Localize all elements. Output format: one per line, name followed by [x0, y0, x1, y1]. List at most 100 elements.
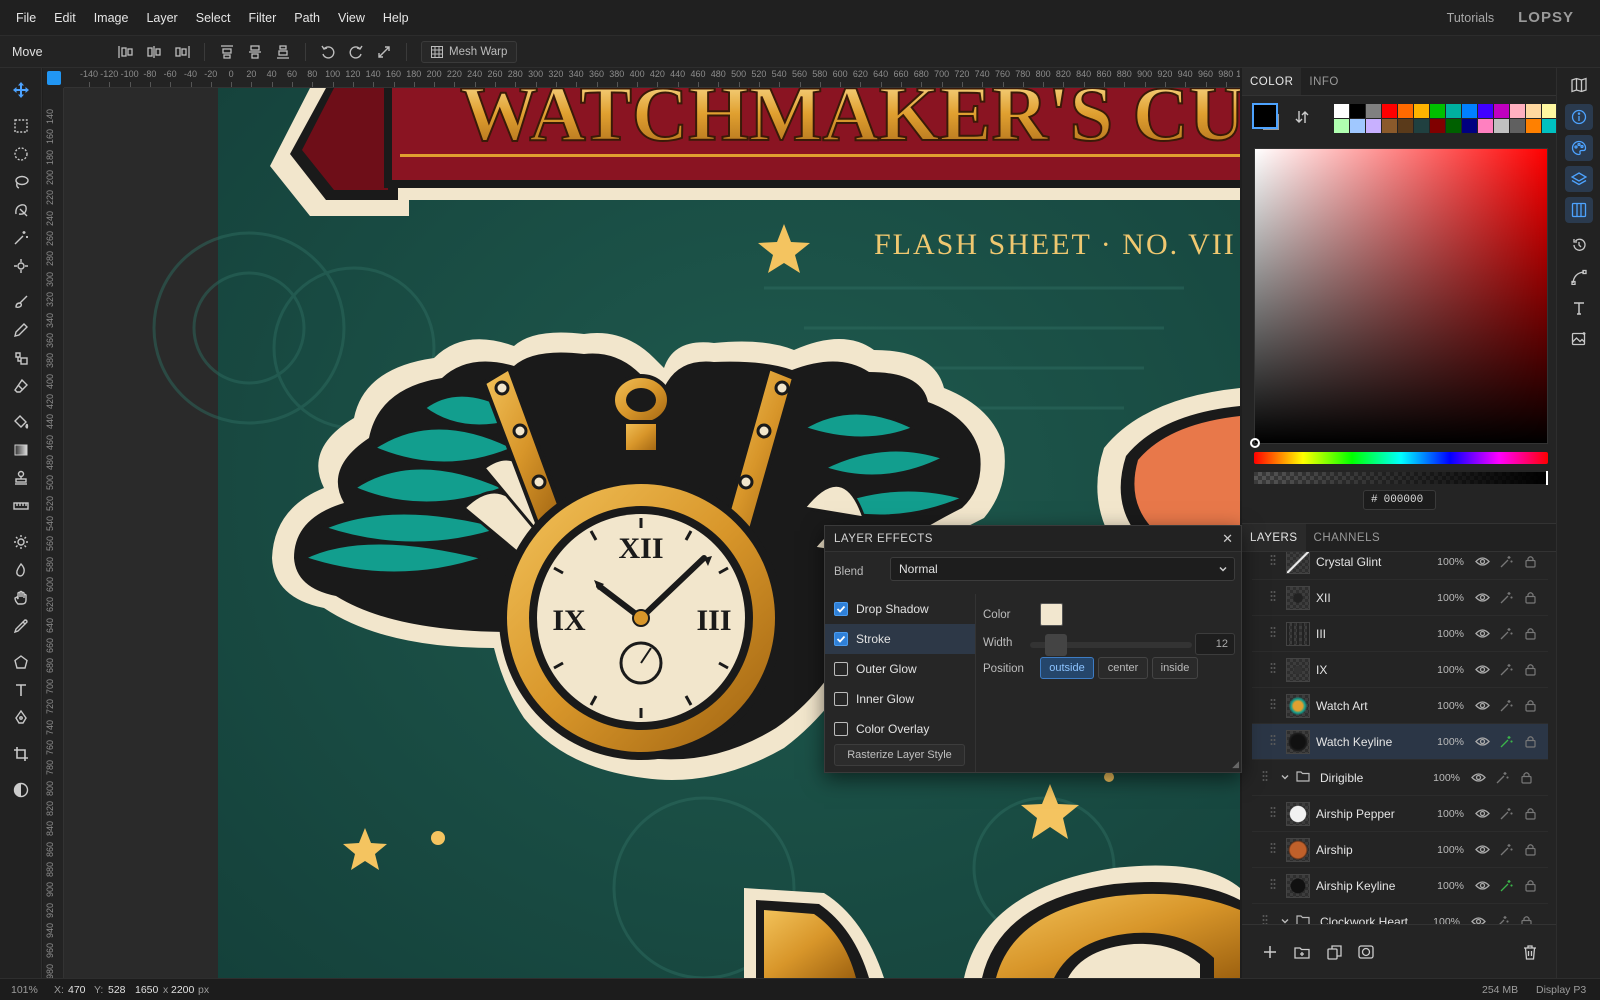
add-group-icon[interactable] [1290, 940, 1314, 964]
tab-layers[interactable]: LAYERS [1242, 524, 1306, 551]
drag-handle-icon[interactable] [1270, 554, 1284, 569]
visibility-eye-icon[interactable] [1470, 844, 1494, 855]
color-swatch[interactable] [1494, 119, 1509, 133]
ruler-origin-marker[interactable] [47, 71, 61, 85]
clone-stamp-tool[interactable] [7, 345, 35, 371]
gradient-tool[interactable] [7, 437, 35, 463]
layer-opacity[interactable]: 100% [1424, 628, 1464, 640]
ruler-tool[interactable] [7, 493, 35, 519]
eyedropper-tool[interactable] [7, 613, 35, 639]
menu-file[interactable]: File [0, 11, 45, 25]
add-layer-icon[interactable] [1258, 940, 1282, 964]
magic-wand-tool[interactable] [7, 225, 35, 251]
lock-icon[interactable] [1518, 879, 1542, 892]
brush-tool[interactable] [7, 289, 35, 315]
effect-item[interactable]: Stroke [825, 624, 975, 654]
delete-icon[interactable] [1518, 940, 1542, 964]
lock-icon[interactable] [1518, 735, 1542, 748]
color-swatch[interactable] [1414, 119, 1429, 133]
drag-handle-icon[interactable] [1270, 590, 1284, 605]
color-swatch[interactable] [1526, 104, 1541, 118]
visibility-eye-icon[interactable] [1466, 916, 1490, 924]
effect-checkbox[interactable] [834, 602, 848, 616]
drag-handle-icon[interactable] [1270, 698, 1284, 713]
close-icon[interactable]: ✕ [1222, 531, 1233, 547]
color-swatch[interactable] [1462, 104, 1477, 118]
lock-icon[interactable] [1518, 807, 1542, 820]
color-swatch[interactable] [1510, 119, 1525, 133]
color-swatch[interactable] [1446, 104, 1461, 118]
chevron-down-icon[interactable] [1280, 915, 1294, 925]
align-vcenter-icon[interactable] [241, 40, 269, 64]
layer-opacity[interactable]: 100% [1424, 736, 1464, 748]
layer-group-row[interactable]: Clockwork Heart 100% [1252, 904, 1548, 924]
chevron-down-icon[interactable] [1280, 771, 1294, 785]
lock-icon[interactable] [1518, 843, 1542, 856]
undo-icon[interactable] [314, 40, 342, 64]
channels-icon[interactable] [1565, 197, 1593, 223]
layer-effects-icon[interactable] [1494, 555, 1518, 568]
color-swatch[interactable] [1350, 119, 1365, 133]
resize-handle-icon[interactable]: ◢ [1232, 759, 1239, 770]
layer-opacity[interactable]: 100% [1420, 916, 1460, 925]
color-swatch[interactable] [1494, 104, 1509, 118]
lock-icon[interactable] [1514, 915, 1538, 924]
effect-item[interactable]: Inner Glow [825, 684, 975, 714]
effect-checkbox[interactable] [834, 722, 848, 736]
blend-mode-select[interactable]: Normal [890, 557, 1235, 581]
layer-opacity[interactable]: 100% [1424, 844, 1464, 856]
alpha-slider[interactable] [1254, 472, 1548, 484]
lasso-tool[interactable] [7, 169, 35, 195]
crop-tool[interactable] [7, 741, 35, 767]
drag-handle-icon[interactable] [1270, 734, 1284, 749]
image-adjust-icon[interactable] [1565, 326, 1593, 352]
burn-tool[interactable] [7, 557, 35, 583]
color-swatch[interactable] [1446, 119, 1461, 133]
effect-item[interactable]: Outer Glow [825, 654, 975, 684]
hue-slider[interactable] [1254, 452, 1548, 464]
palette-icon[interactable] [1565, 135, 1593, 161]
layer-effects-icon[interactable] [1494, 627, 1518, 640]
color-swatch[interactable] [1398, 104, 1413, 118]
layer-opacity[interactable]: 100% [1424, 556, 1464, 568]
menu-edit[interactable]: Edit [45, 11, 85, 25]
effect-checkbox[interactable] [834, 662, 848, 676]
lock-icon[interactable] [1518, 699, 1542, 712]
align-top-icon[interactable] [213, 40, 241, 64]
layer-effects-icon[interactable] [1494, 663, 1518, 676]
object-select-tool[interactable] [7, 253, 35, 279]
align-bottom-icon[interactable] [269, 40, 297, 64]
layer-group-row[interactable]: Dirigible 100% [1252, 760, 1548, 796]
rasterize-layer-style-button[interactable]: Rasterize Layer Style [834, 744, 965, 766]
info-icon[interactable] [1565, 104, 1593, 130]
menu-image[interactable]: Image [85, 11, 138, 25]
ellipse-select-tool[interactable] [7, 141, 35, 167]
quick-select-tool[interactable] [7, 197, 35, 223]
foreground-color-swatch[interactable] [1252, 103, 1278, 129]
layer-effects-icon[interactable] [1494, 843, 1518, 856]
menu-layer[interactable]: Layer [137, 11, 186, 25]
layer-effects-icon[interactable] [1494, 807, 1518, 820]
color-swatch[interactable] [1542, 104, 1557, 118]
lock-icon[interactable] [1518, 555, 1542, 568]
layer-opacity[interactable]: 100% [1424, 700, 1464, 712]
visibility-eye-icon[interactable] [1470, 664, 1494, 675]
color-swatch[interactable] [1510, 104, 1525, 118]
visibility-eye-icon[interactable] [1466, 772, 1490, 783]
stroke-width-slider-handle[interactable] [1045, 634, 1067, 656]
map-icon[interactable] [1565, 72, 1593, 98]
color-swatch[interactable] [1478, 119, 1493, 133]
color-swatch[interactable] [1430, 119, 1445, 133]
effect-item[interactable]: Color Overlay [825, 714, 975, 744]
hex-input[interactable]: # 000000 [1363, 490, 1436, 510]
drag-handle-icon[interactable] [1270, 878, 1284, 893]
lock-icon[interactable] [1518, 663, 1542, 676]
color-swatch[interactable] [1398, 119, 1413, 133]
layer-effects-icon[interactable] [1494, 591, 1518, 604]
tutorials-link[interactable]: Tutorials [1447, 11, 1494, 25]
layer-opacity[interactable]: 100% [1424, 592, 1464, 604]
color-swatch[interactable] [1478, 104, 1493, 118]
paths-icon[interactable] [1565, 264, 1593, 290]
layer-row[interactable]: XII 100% [1252, 580, 1548, 616]
layer-row[interactable]: Airship 100% [1252, 832, 1548, 868]
